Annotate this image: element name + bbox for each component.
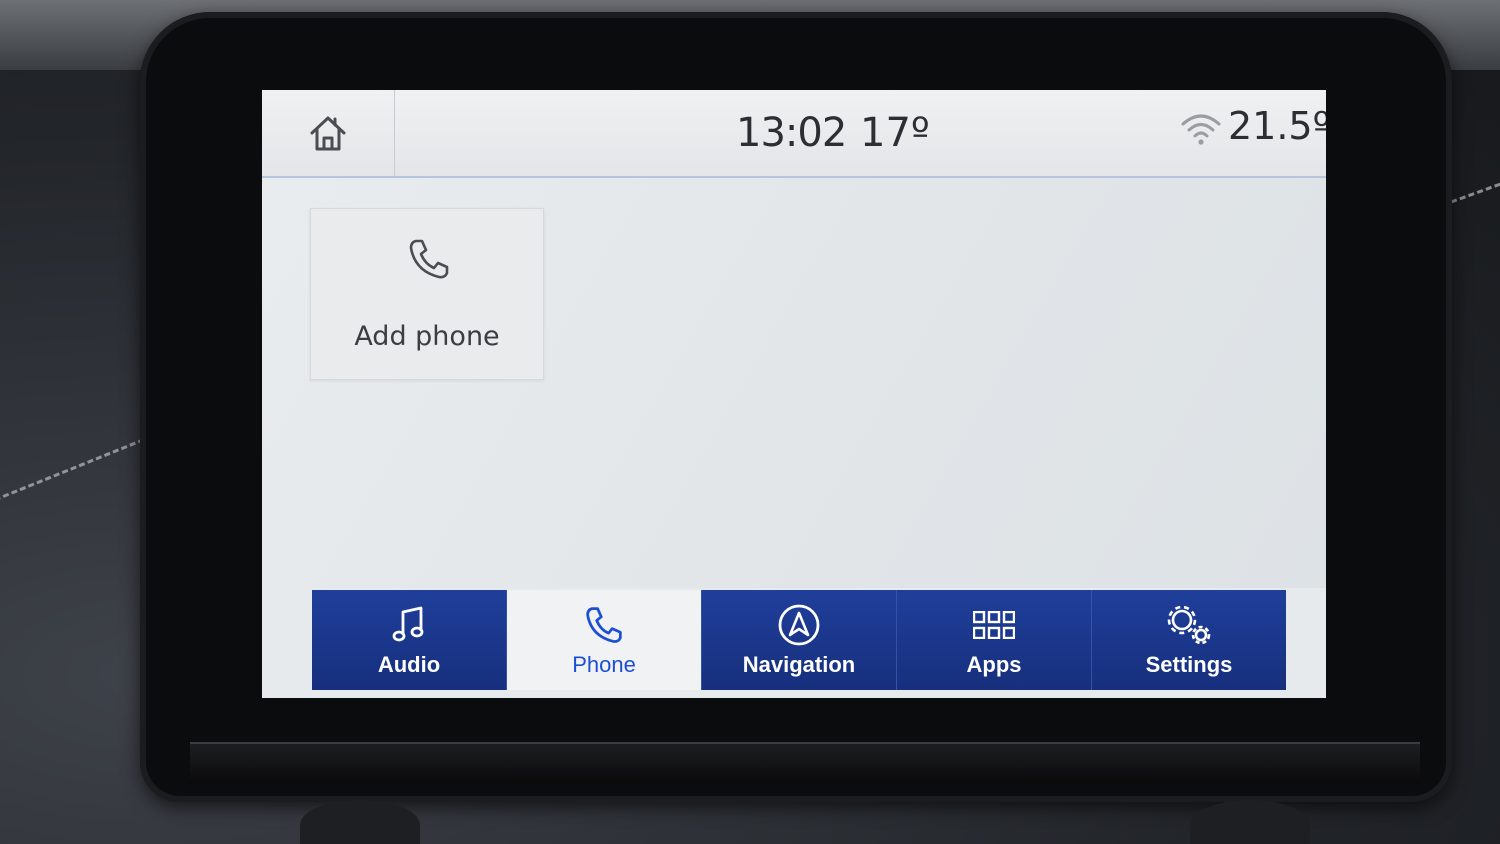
bottom-navigation-bar: Audio Phone Navigation Apps Settings [312,590,1286,690]
infotainment-screen: 13:02 17º 21.5º Add phone Audio Phone Na… [262,90,1326,698]
add-phone-label: Add phone [354,321,500,352]
nav-tab-settings[interactable]: Settings [1092,590,1286,690]
status-bar: 13:02 17º 21.5º [262,90,1326,178]
apps-grid-icon [973,611,1015,639]
nav-tab-phone[interactable]: Phone [507,590,702,690]
wifi-icon [1181,114,1221,145]
phone-icon [409,239,449,279]
nav-tab-navigation[interactable]: Navigation [702,590,897,690]
gears-icon [1167,605,1211,645]
nav-label-audio: Audio [377,652,441,677]
home-icon [310,116,346,151]
clock: 13:02 [736,110,847,156]
nav-label-settings: Settings [1145,652,1233,677]
left-knob [300,800,420,844]
nav-tab-audio[interactable]: Audio [312,590,507,690]
right-knob [1190,800,1310,844]
exterior-temperature: 21.5º [1228,104,1326,148]
phone-icon [586,607,622,643]
add-phone-button[interactable]: Add phone [310,208,544,380]
interior-temperature: 17º [860,110,930,156]
dashboard-background: 13:02 17º 21.5º Add phone Audio Phone Na… [0,0,1500,844]
nav-label-navigation: Navigation [742,652,856,677]
bezel-lip [190,742,1420,784]
nav-label-phone: Phone [572,652,636,677]
navigation-arrow-icon [778,604,820,646]
phone-content-area: Add phone [262,178,1326,588]
music-note-icon [392,606,424,642]
nav-tab-apps[interactable]: Apps [897,590,1092,690]
home-button[interactable] [262,90,395,176]
dashboard-stitching [0,438,145,505]
nav-label-apps: Apps [966,652,1022,677]
